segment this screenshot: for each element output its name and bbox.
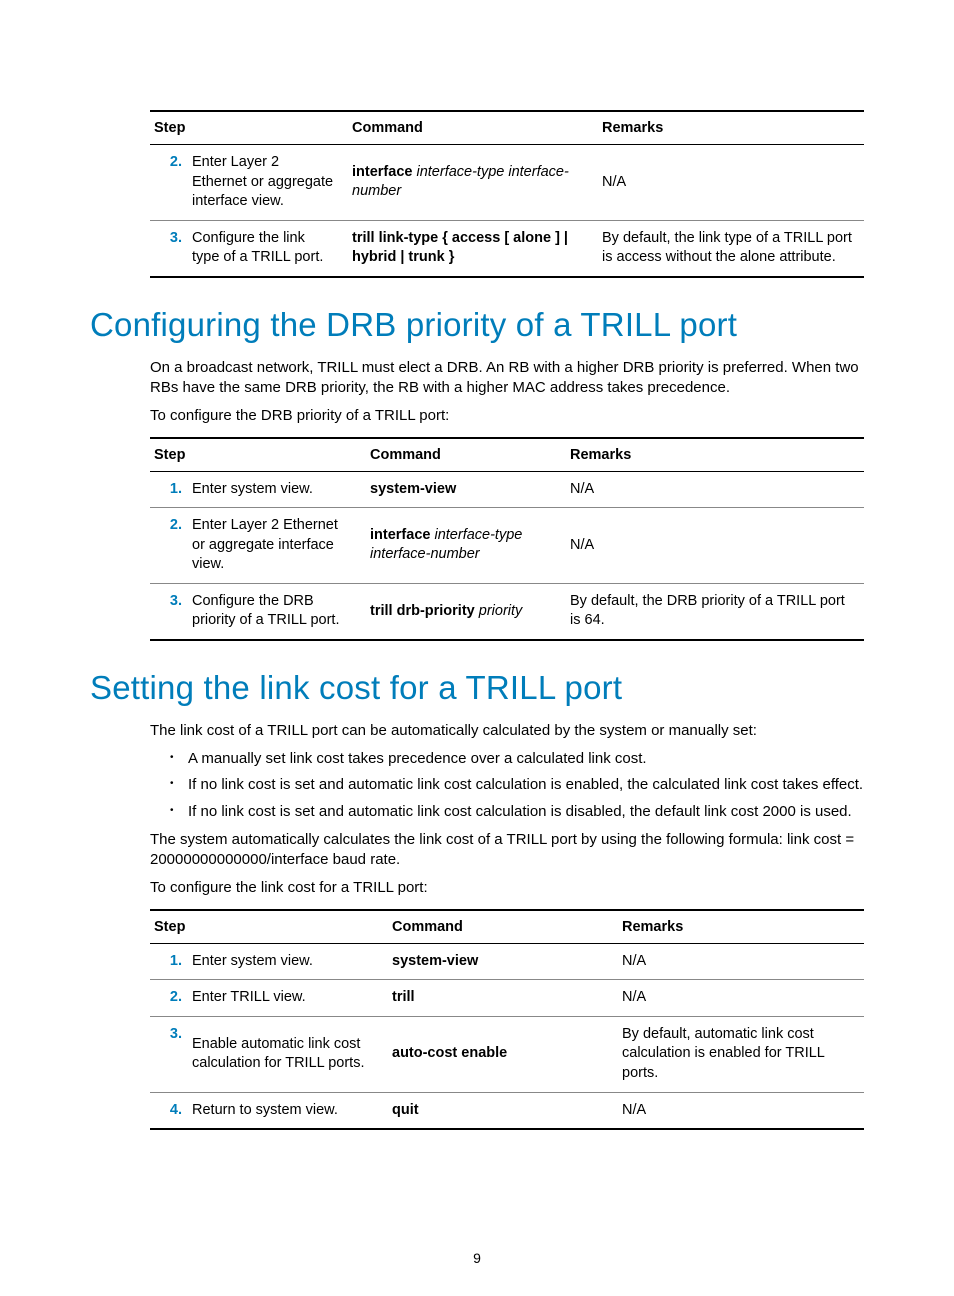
step-remarks: By default, the DRB priority of a TRILL … [566,583,864,640]
list-item: If no link cost is set and automatic lin… [174,775,864,795]
heading-link-cost: Setting the link cost for a TRILL port [90,669,864,707]
table-row: 2. Enter TRILL view. trill N/A [150,980,864,1017]
step-desc: Enter Layer 2 Ethernet or aggregate inte… [188,145,348,221]
step-desc: Enable automatic link cost calculation f… [188,1016,388,1092]
table-row: 2. Enter Layer 2 Ethernet or aggregate i… [150,508,864,584]
cmd-keyword: interface [352,164,412,180]
table-row: 3. Configure the link type of a TRILL po… [150,220,864,277]
step-number: 4. [150,1092,188,1129]
cmd-keyword: auto-cost enable [392,1045,507,1061]
content-block-linkcost: The link cost of a TRILL port can be aut… [150,721,864,1130]
paragraph: The system automatically calculates the … [150,830,864,871]
table-row: 1. Enter system view. system-view N/A [150,471,864,508]
th-step: Step [150,910,388,944]
list-item: If no link cost is set and automatic lin… [174,802,864,822]
step-number: 2. [150,145,188,221]
step-command: trill link-type { access [ alone ] | hyb… [348,220,598,277]
step-remarks: N/A [566,471,864,508]
table-row: 4. Return to system view. quit N/A [150,1092,864,1129]
th-step: Step [150,438,366,472]
step-number: 2. [150,980,188,1017]
cmd-args: priority [479,603,523,619]
bullet-list: A manually set link cost takes precedenc… [150,749,864,822]
step-number: 3. [150,220,188,277]
content-block-drb: On a broadcast network, TRILL must elect… [150,358,864,641]
table-link-cost: Step Command Remarks 1. Enter system vie… [150,909,864,1130]
th-remarks: Remarks [598,111,864,145]
step-command: quit [388,1092,618,1129]
step-remarks: N/A [598,145,864,221]
step-desc: Enter system view. [188,471,366,508]
step-desc: Enter system view. [188,943,388,980]
table-drb-priority: Step Command Remarks 1. Enter system vie… [150,437,864,641]
step-command: trill [388,980,618,1017]
step-command: auto-cost enable [388,1016,618,1092]
step-command: interface interface-type interface-numbe… [348,145,598,221]
paragraph: To configure the link cost for a TRILL p… [150,878,864,898]
table-row: 2. Enter Layer 2 Ethernet or aggregate i… [150,145,864,221]
table-link-type: Step Command Remarks 2. Enter Layer 2 Et… [150,110,864,278]
step-command: system-view [388,943,618,980]
step-number: 3. [150,1016,188,1092]
th-step: Step [150,111,348,145]
cmd-keyword: quit [392,1102,419,1118]
step-remarks: By default, the link type of a TRILL por… [598,220,864,277]
paragraph: On a broadcast network, TRILL must elect… [150,358,864,399]
step-command: interface interface-type interface-numbe… [366,508,566,584]
cmd-full: trill link-type { access [ alone ] | hyb… [352,230,568,266]
step-desc: Enter TRILL view. [188,980,388,1017]
cmd-keyword: system-view [370,481,456,497]
paragraph: To configure the DRB priority of a TRILL… [150,406,864,426]
step-remarks: By default, automatic link cost calculat… [618,1016,864,1092]
step-number: 1. [150,943,188,980]
heading-drb-priority: Configuring the DRB priority of a TRILL … [90,306,864,344]
th-command: Command [348,111,598,145]
step-remarks: N/A [618,980,864,1017]
content-block-table1: Step Command Remarks 2. Enter Layer 2 Et… [150,110,864,278]
step-desc: Configure the DRB priority of a TRILL po… [188,583,366,640]
step-number: 3. [150,583,188,640]
cmd-keyword: system-view [392,953,478,969]
page-container: Step Command Remarks 2. Enter Layer 2 Et… [0,0,954,1296]
th-command: Command [366,438,566,472]
paragraph: The link cost of a TRILL port can be aut… [150,721,864,741]
step-number: 1. [150,471,188,508]
step-remarks: N/A [618,943,864,980]
step-command: system-view [366,471,566,508]
step-desc: Configure the link type of a TRILL port. [188,220,348,277]
step-desc: Return to system view. [188,1092,388,1129]
th-command: Command [388,910,618,944]
th-remarks: Remarks [618,910,864,944]
list-item: A manually set link cost takes precedenc… [174,749,864,769]
cmd-keyword: trill [392,989,415,1005]
page-number: 9 [0,1250,954,1266]
step-command: trill drb-priority priority [366,583,566,640]
cmd-keyword: trill drb-priority [370,603,475,619]
table-row: 1. Enter system view. system-view N/A [150,943,864,980]
cmd-keyword: interface [370,527,430,543]
table-row: 3. Enable automatic link cost calculatio… [150,1016,864,1092]
step-number: 2. [150,508,188,584]
table-row: 3. Configure the DRB priority of a TRILL… [150,583,864,640]
step-desc: Enter Layer 2 Ethernet or aggregate inte… [188,508,366,584]
step-remarks: N/A [566,508,864,584]
th-remarks: Remarks [566,438,864,472]
step-remarks: N/A [618,1092,864,1129]
